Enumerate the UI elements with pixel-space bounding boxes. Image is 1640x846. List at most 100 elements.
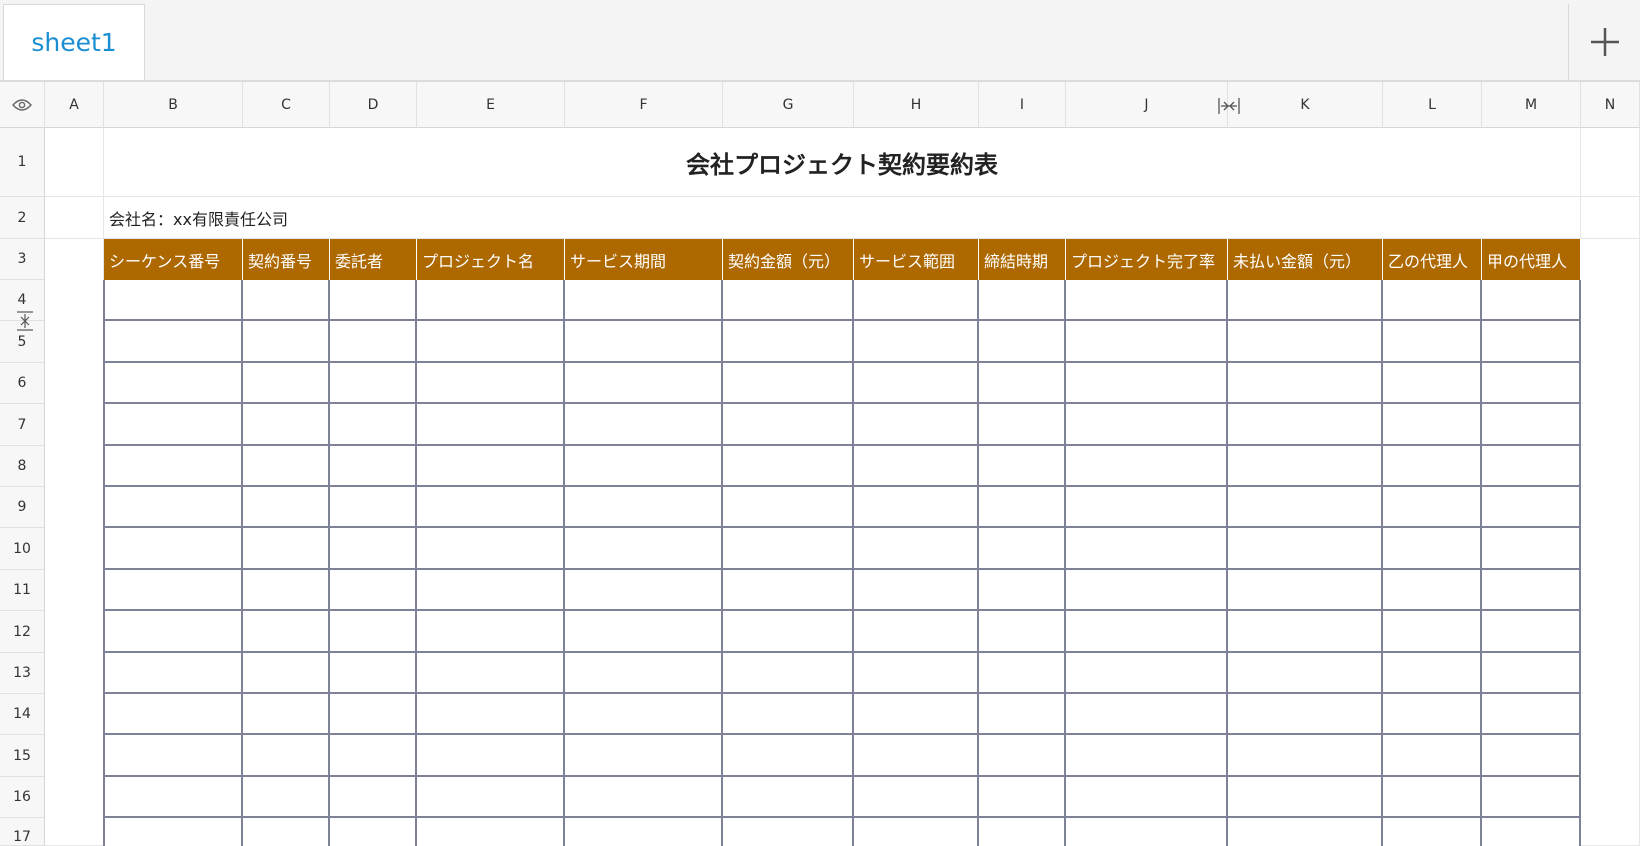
cell-c10[interactable] — [243, 528, 330, 570]
cell-l6[interactable] — [1383, 363, 1482, 404]
cell-e6[interactable] — [417, 363, 565, 404]
cell-f11[interactable] — [565, 570, 723, 611]
cell-g8[interactable] — [723, 446, 854, 487]
cell-e10[interactable] — [417, 528, 565, 570]
cell-c11[interactable] — [243, 570, 330, 611]
cell-l11[interactable] — [1383, 570, 1482, 611]
row-header-7[interactable]: 7 — [0, 404, 45, 446]
cell-b13[interactable] — [104, 653, 243, 694]
cell-l10[interactable] — [1383, 528, 1482, 570]
row-header-11[interactable]: 11 — [0, 570, 45, 611]
cell-c6[interactable] — [243, 363, 330, 404]
header-cell-b3[interactable]: シーケンス番号 — [104, 239, 243, 280]
cell-j10[interactable] — [1066, 528, 1228, 570]
cell-m6[interactable] — [1482, 363, 1581, 404]
cell-g7[interactable] — [723, 404, 854, 446]
cell-b16[interactable] — [104, 777, 243, 818]
row-header-8[interactable]: 8 — [0, 446, 45, 487]
cell-d15[interactable] — [330, 735, 417, 777]
column-header-c[interactable]: C — [243, 82, 330, 128]
cell-b17[interactable] — [104, 818, 243, 846]
column-header-b[interactable]: B — [104, 82, 243, 128]
cell-i15[interactable] — [979, 735, 1066, 777]
cell-i6[interactable] — [979, 363, 1066, 404]
cell-f16[interactable] — [565, 777, 723, 818]
cell-c17[interactable] — [243, 818, 330, 846]
cell-i14[interactable] — [979, 694, 1066, 735]
cell-f4[interactable] — [565, 280, 723, 321]
header-cell-f3[interactable]: サービス期間 — [565, 239, 723, 280]
cell-l16[interactable] — [1383, 777, 1482, 818]
cell-k14[interactable] — [1228, 694, 1383, 735]
row-header-1[interactable]: 1 — [0, 128, 45, 197]
cell-m11[interactable] — [1482, 570, 1581, 611]
cell-d13[interactable] — [330, 653, 417, 694]
add-sheet-button[interactable] — [1568, 4, 1640, 80]
cell-d8[interactable] — [330, 446, 417, 487]
row-header-16[interactable]: 16 — [0, 777, 45, 818]
header-cell-d3[interactable]: 委託者 — [330, 239, 417, 280]
cell-l9[interactable] — [1383, 487, 1482, 528]
cell-l8[interactable] — [1383, 446, 1482, 487]
cell-k9[interactable] — [1228, 487, 1383, 528]
cell-j12[interactable] — [1066, 611, 1228, 653]
cell-b4[interactable] — [104, 280, 243, 321]
cell-b11[interactable] — [104, 570, 243, 611]
row-header-12[interactable]: 12 — [0, 611, 45, 653]
row-header-13[interactable]: 13 — [0, 653, 45, 694]
cell-b14[interactable] — [104, 694, 243, 735]
cell-f17[interactable] — [565, 818, 723, 846]
cell-j8[interactable] — [1066, 446, 1228, 487]
cell-k16[interactable] — [1228, 777, 1383, 818]
header-cell-h3[interactable]: サービス範囲 — [854, 239, 979, 280]
cell-b10[interactable] — [104, 528, 243, 570]
sheet-title-cell[interactable]: 会社プロジェクト契約要約表 — [104, 128, 1581, 197]
cell-k8[interactable] — [1228, 446, 1383, 487]
cell-h13[interactable] — [854, 653, 979, 694]
cell-e7[interactable] — [417, 404, 565, 446]
column-header-d[interactable]: D — [330, 82, 417, 128]
row-header-10[interactable]: 10 — [0, 528, 45, 570]
cell-l5[interactable] — [1383, 321, 1482, 363]
cell-m4[interactable] — [1482, 280, 1581, 321]
cell-j7[interactable] — [1066, 404, 1228, 446]
cell-b7[interactable] — [104, 404, 243, 446]
cell-k11[interactable] — [1228, 570, 1383, 611]
column-header-l[interactable]: L — [1383, 82, 1482, 128]
cell-e11[interactable] — [417, 570, 565, 611]
cell-a1[interactable] — [45, 128, 104, 197]
cell-h12[interactable] — [854, 611, 979, 653]
column-header-k[interactable]: K — [1228, 82, 1383, 128]
cell-m9[interactable] — [1482, 487, 1581, 528]
cell-m7[interactable] — [1482, 404, 1581, 446]
cell-d17[interactable] — [330, 818, 417, 846]
cell-k6[interactable] — [1228, 363, 1383, 404]
header-cell-i3[interactable]: 締結時期 — [979, 239, 1066, 280]
cell-c7[interactable] — [243, 404, 330, 446]
cell-c14[interactable] — [243, 694, 330, 735]
cell-f13[interactable] — [565, 653, 723, 694]
cell-e17[interactable] — [417, 818, 565, 846]
header-cell-j3[interactable]: プロジェクト完了率 — [1066, 239, 1228, 280]
cell-f9[interactable] — [565, 487, 723, 528]
cell-e12[interactable] — [417, 611, 565, 653]
cell-n2[interactable] — [1581, 197, 1640, 239]
header-cell-m3[interactable]: 甲の代理人 — [1482, 239, 1581, 280]
row-header-9[interactable]: 9 — [0, 487, 45, 528]
cell-d4[interactable] — [330, 280, 417, 321]
cell-g15[interactable] — [723, 735, 854, 777]
cell-c12[interactable] — [243, 611, 330, 653]
cell-m10[interactable] — [1482, 528, 1581, 570]
cell-b6[interactable] — [104, 363, 243, 404]
cell-j14[interactable] — [1066, 694, 1228, 735]
cell-a-column[interactable] — [45, 239, 104, 846]
column-header-a[interactable]: A — [45, 82, 104, 128]
cell-i9[interactable] — [979, 487, 1066, 528]
cell-m8[interactable] — [1482, 446, 1581, 487]
cell-c16[interactable] — [243, 777, 330, 818]
cell-g4[interactable] — [723, 280, 854, 321]
header-cell-g3[interactable]: 契約金額（元） — [723, 239, 854, 280]
header-cell-l3[interactable]: 乙の代理人 — [1383, 239, 1482, 280]
cell-n1[interactable] — [1581, 128, 1640, 197]
cell-m5[interactable] — [1482, 321, 1581, 363]
